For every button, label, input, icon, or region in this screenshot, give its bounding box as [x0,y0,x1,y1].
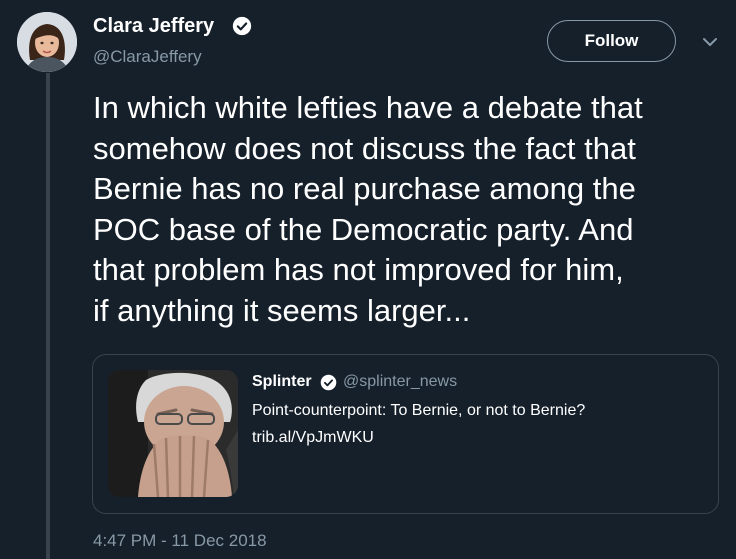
follow-button[interactable]: Follow [547,20,676,62]
thumbnail-photo [108,370,238,497]
quoted-tweet-thumbnail [108,370,238,497]
quoted-tweet-text: Point-counterpoint: To Bernie, or not to… [252,402,586,419]
quoted-author-name: Splinter [252,373,312,390]
chevron-down-icon[interactable] [698,32,722,52]
tweet-view: Clara Jeffery @ClaraJeffery Follow In wh… [0,0,736,559]
tweet-text-line: POC base of the Democratic party. And [93,211,634,247]
tweet-timestamp[interactable]: 4:47 PM - 11 Dec 2018 [93,531,267,551]
avatar-photo [17,12,77,72]
quoted-author-handle: @splinter_news [343,373,458,390]
tweet-text-line: if anything it seems larger... [93,292,471,328]
avatar[interactable] [17,12,77,72]
quoted-tweet-link[interactable]: trib.al/VpJmWKU [252,429,374,447]
tweet-text-line: Bernie has no real purchase among the [93,171,636,206]
tweet-text-line: somehow does not discuss the fact that [93,130,636,166]
author-name[interactable]: Clara Jeffery [93,14,214,38]
tweet-text-line: In which white lefties have a debate tha… [93,90,643,125]
tweet-text-line: that problem has not improved for him, [93,252,624,287]
thread-line [46,73,50,559]
author-handle[interactable]: @ClaraJeffery [93,46,202,68]
quoted-verified-badge-icon [320,374,337,391]
quoted-tweet-card[interactable]: Splinter @splinter_news Point-counterpoi… [92,354,719,514]
verified-badge-icon [232,16,252,36]
tweet-text: In which white lefties have a debate tha… [93,88,733,331]
